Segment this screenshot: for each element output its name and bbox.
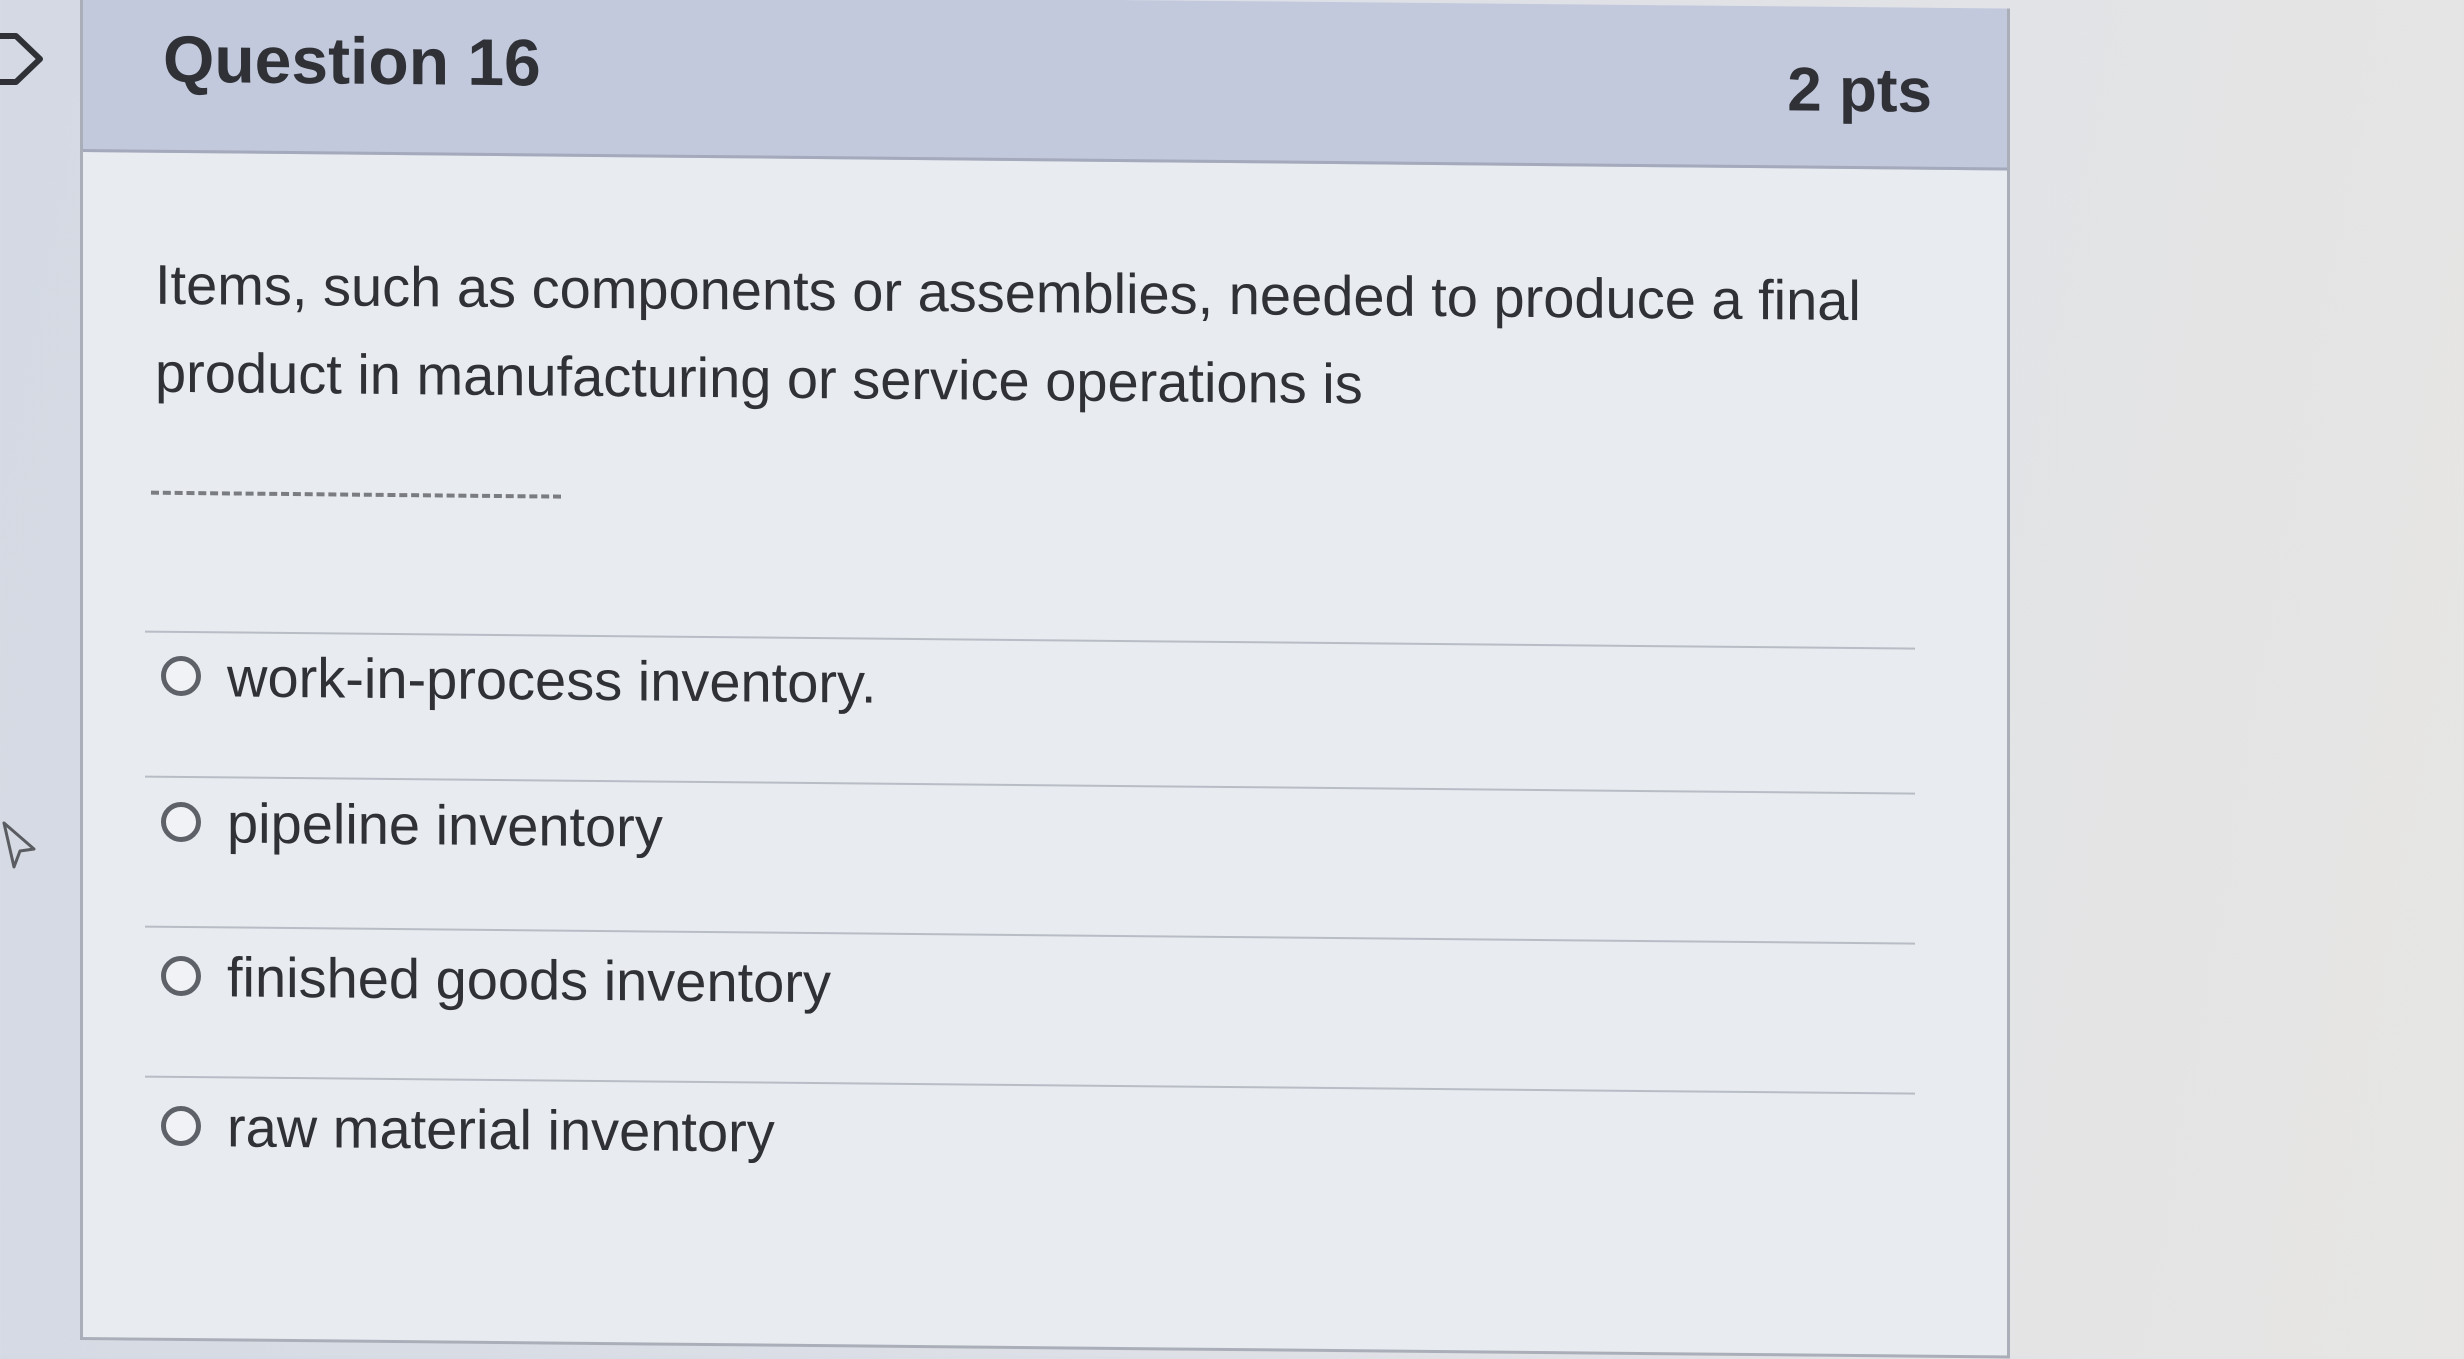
answer-blank bbox=[151, 490, 561, 499]
question-header: Question 16 2 pts bbox=[83, 0, 2007, 171]
answer-option-work-in-process[interactable]: work-in-process inventory. bbox=[161, 641, 876, 718]
radio-icon[interactable] bbox=[161, 801, 201, 843]
divider bbox=[145, 1075, 1915, 1095]
answer-option-raw-material[interactable]: raw material inventory bbox=[161, 1091, 775, 1167]
answer-label[interactable]: pipeline inventory bbox=[227, 790, 663, 859]
answer-label[interactable]: work-in-process inventory. bbox=[227, 644, 876, 715]
question-text: Items, such as components or assemblies,… bbox=[155, 252, 1861, 416]
cursor-icon bbox=[2, 821, 36, 869]
bookmark-icon[interactable] bbox=[0, 30, 48, 88]
question-title: Question 16 bbox=[163, 21, 541, 100]
question-points: 2 pts bbox=[1787, 55, 1932, 126]
answer-option-finished-goods[interactable]: finished goods inventory bbox=[161, 941, 831, 1017]
question-card: Question 16 2 pts Items, such as compone… bbox=[80, 0, 2010, 1359]
radio-icon[interactable] bbox=[161, 655, 201, 697]
answer-label[interactable]: raw material inventory bbox=[227, 1094, 775, 1164]
answer-option-pipeline[interactable]: pipeline inventory bbox=[161, 787, 663, 862]
divider bbox=[145, 925, 1915, 945]
answer-label[interactable]: finished goods inventory bbox=[227, 944, 831, 1015]
radio-icon[interactable] bbox=[161, 1105, 201, 1147]
radio-icon[interactable] bbox=[161, 955, 201, 997]
